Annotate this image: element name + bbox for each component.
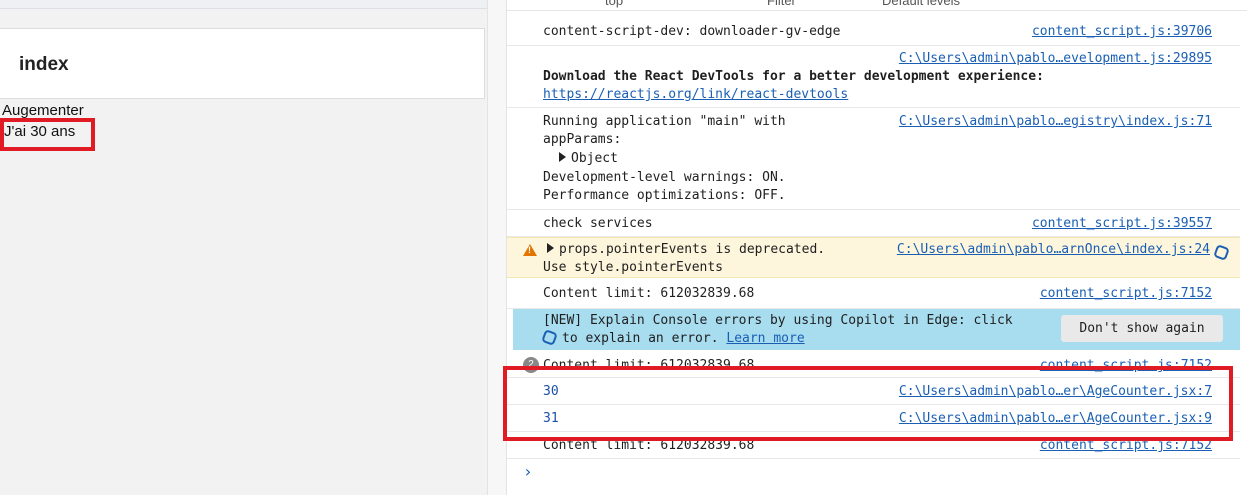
browser-top-strip [0,0,487,9]
app-header: index [0,28,485,99]
console-prompt[interactable]: › [523,462,533,481]
banner-text: [NEW] Explain Console errors by using Co… [543,313,1013,328]
learn-more-link[interactable]: Learn more [726,331,804,346]
context-selector[interactable]: top [605,0,623,8]
message-text: Content limit: 612032839.68 [543,286,755,301]
message-text: Download the React DevTools for a better… [543,69,1044,84]
console-toolbar: top Filter Default levels [507,0,1247,11]
react-devtools-link[interactable]: https://reactjs.org/link/react-devtools [543,86,848,105]
source-link[interactable]: C:\Users\admin\pablo…evelopment.js:29895 [899,50,1212,69]
object-label: Object [571,151,618,166]
source-link[interactable]: C:\Users\admin\pablo…egistry\index.js:71 [899,113,1212,132]
app-viewport: index Augementer J'ai 30 ans [0,0,487,495]
message-text: Performance optimizations: OFF. [543,188,786,203]
filter-input[interactable]: Filter [767,0,796,8]
banner-text: to explain an error. [562,331,719,346]
message-text: content-script-dev: downloader-gv-edge [543,24,841,39]
warning-text: props.pointerEvents is deprecated. [559,242,826,257]
message-text: appParams: [543,132,622,147]
copilot-icon[interactable] [1213,244,1230,261]
console-message: content-script-dev: downloader-gv-edge c… [507,18,1240,46]
copilot-icon [541,329,558,346]
source-link[interactable]: C:\Users\admin\pablo…arnOnce\index.js:24 [897,241,1210,260]
console-message: Running application "main" with appParam… [507,108,1240,210]
expand-triangle-icon [547,243,554,253]
message-text: check services [543,216,653,231]
dont-show-again-button[interactable]: Don't show again [1061,315,1223,342]
message-text: Development-level warnings: ON. [543,170,786,185]
source-link[interactable]: content_script.js:39706 [1032,23,1212,42]
source-link[interactable]: content_script.js:7152 [1040,285,1212,304]
highlight-box-age [0,118,95,151]
console-message: C:\Users\admin\pablo…evelopment.js:29895… [507,46,1240,108]
warning-icon: ! [523,244,537,256]
highlight-box-console-logs [503,366,1233,441]
copilot-banner: [NEW] Explain Console errors by using Co… [513,309,1240,350]
warning-expander[interactable]: props.pointerEvents is deprecated. [547,241,825,260]
banner-text-line2: to explain an error. Learn more [541,329,805,349]
increment-button[interactable]: Augementer [2,102,84,119]
expand-triangle-icon [559,152,566,162]
console-message: Content limit: 612032839.68 content_scri… [507,279,1240,309]
source-link[interactable]: content_script.js:39557 [1032,215,1212,234]
console-message: check services content_script.js:39557 [507,210,1240,237]
object-expander[interactable]: Object [559,150,618,169]
page-title: index [19,54,69,75]
warning-text: Use style.pointerEvents [543,260,724,275]
console-warning: ! props.pointerEvents is deprecated. Use… [507,237,1240,278]
levels-dropdown[interactable]: Default levels [882,0,960,8]
message-text: Running application "main" with [543,114,786,129]
